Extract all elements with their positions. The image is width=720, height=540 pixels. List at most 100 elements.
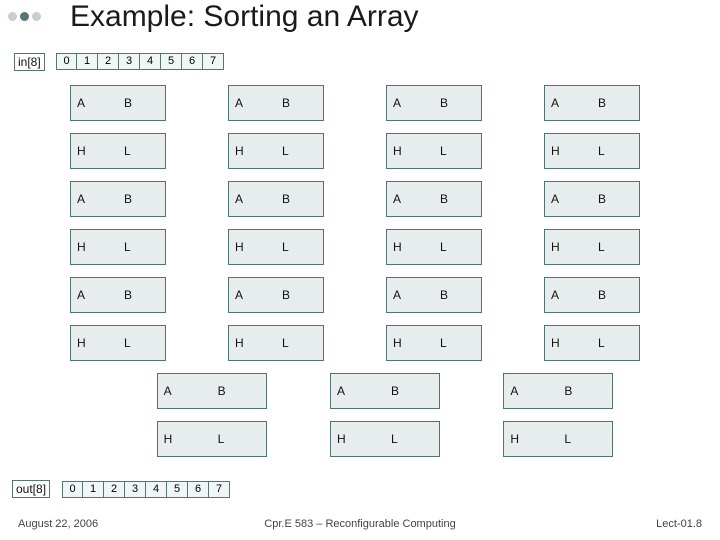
- idx-cell: 1: [83, 481, 104, 498]
- compare-cell: A B: [544, 85, 640, 121]
- port: H: [545, 230, 592, 264]
- port: B: [385, 374, 439, 408]
- compare-cell: HL: [386, 229, 482, 265]
- compare-cell: HL: [330, 421, 440, 457]
- port: H: [387, 230, 434, 264]
- idx-cell: 6: [188, 481, 209, 498]
- compare-cell: HL: [228, 229, 324, 265]
- row-hl-4: HL HL HL: [70, 421, 700, 457]
- idx-cell: 0: [56, 53, 77, 70]
- row-ab-1: A B A B A B A B: [70, 85, 700, 121]
- idx-cell: 7: [203, 53, 224, 70]
- port: B: [434, 278, 481, 312]
- row-hl-1: H L H L H L H L: [70, 133, 700, 169]
- port: B: [276, 86, 323, 120]
- port: H: [71, 326, 118, 360]
- port: A: [545, 278, 592, 312]
- output-indices: 0 1 2 3 4 5 6 7: [62, 481, 230, 498]
- compare-cell: H L: [386, 133, 482, 169]
- port: A: [229, 278, 276, 312]
- page-title: Example: Sorting an Array: [70, 0, 419, 34]
- compare-cell: HL: [503, 421, 613, 457]
- port: L: [592, 134, 639, 168]
- port: H: [504, 422, 558, 456]
- port: B: [592, 278, 639, 312]
- compare-cell: HL: [544, 325, 640, 361]
- port: L: [276, 230, 323, 264]
- idx-cell: 5: [167, 481, 188, 498]
- port: H: [387, 134, 434, 168]
- port: L: [592, 230, 639, 264]
- port: A: [158, 374, 212, 408]
- port: L: [118, 134, 165, 168]
- compare-cell: AB: [228, 277, 324, 313]
- port: A: [229, 86, 276, 120]
- port: H: [229, 326, 276, 360]
- compare-cell: H L: [70, 133, 166, 169]
- port: H: [545, 326, 592, 360]
- port: L: [434, 326, 481, 360]
- compare-cell: HL: [544, 229, 640, 265]
- port: L: [118, 326, 165, 360]
- idx-cell: 3: [119, 53, 140, 70]
- port: A: [387, 182, 434, 216]
- compare-cell: AB: [157, 373, 267, 409]
- compare-cell: HL: [386, 325, 482, 361]
- port: A: [71, 182, 118, 216]
- port: H: [331, 422, 385, 456]
- port: B: [118, 278, 165, 312]
- port: A: [331, 374, 385, 408]
- compare-cell: AB: [330, 373, 440, 409]
- port: H: [71, 134, 118, 168]
- compare-cell: H L: [544, 133, 640, 169]
- port: H: [158, 422, 212, 456]
- idx-cell: 4: [146, 481, 167, 498]
- port: H: [229, 230, 276, 264]
- port: A: [71, 278, 118, 312]
- footer-course: Cpr.E 583 – Reconfigurable Computing: [264, 518, 455, 530]
- port: B: [118, 182, 165, 216]
- idx-cell: 5: [161, 53, 182, 70]
- port: L: [212, 422, 266, 456]
- compare-cell: AB: [386, 181, 482, 217]
- row-hl-2: HL HL HL HL: [70, 229, 700, 265]
- row-ab-4: AB AB AB: [70, 373, 700, 409]
- port: H: [71, 230, 118, 264]
- input-indices: 0 1 2 3 4 5 6 7: [56, 53, 224, 70]
- compare-cell: A B: [386, 85, 482, 121]
- port: A: [387, 86, 434, 120]
- row-ab-3: AB AB AB AB: [70, 277, 700, 313]
- compare-cell: AB: [503, 373, 613, 409]
- port: L: [592, 326, 639, 360]
- port: L: [385, 422, 439, 456]
- compare-cell: A B: [228, 85, 324, 121]
- port: L: [118, 230, 165, 264]
- port: L: [558, 422, 612, 456]
- port: B: [434, 182, 481, 216]
- port: B: [276, 182, 323, 216]
- compare-cell: AB: [70, 181, 166, 217]
- port: B: [558, 374, 612, 408]
- compare-cell: HL: [228, 325, 324, 361]
- idx-cell: 4: [140, 53, 161, 70]
- compare-cell: AB: [544, 277, 640, 313]
- port: B: [118, 86, 165, 120]
- idx-cell: 1: [77, 53, 98, 70]
- input-label: in[8]: [14, 53, 45, 71]
- port: H: [545, 134, 592, 168]
- row-ab-2: AB AB AB AB: [70, 181, 700, 217]
- port: B: [592, 86, 639, 120]
- compare-cell: AB: [544, 181, 640, 217]
- footer-date: August 22, 2006: [18, 518, 98, 530]
- compare-cell: AB: [386, 277, 482, 313]
- sorting-network-diagram: A B A B A B A B H L H L H L H L: [70, 85, 700, 465]
- port: A: [545, 182, 592, 216]
- footer-slide: Lect-01.8: [656, 518, 702, 530]
- port: B: [276, 278, 323, 312]
- port: B: [592, 182, 639, 216]
- row-hl-3: HL HL HL HL: [70, 325, 700, 361]
- port: H: [387, 326, 434, 360]
- idx-cell: 2: [104, 481, 125, 498]
- compare-cell: H L: [228, 133, 324, 169]
- port: A: [545, 86, 592, 120]
